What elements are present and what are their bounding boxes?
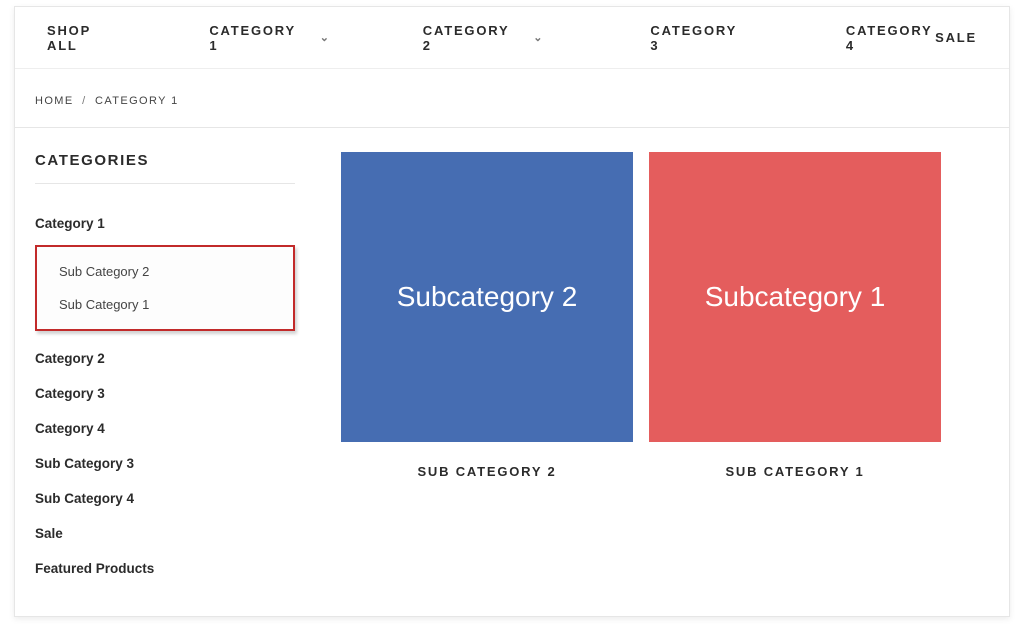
sidebar-item-category-1[interactable]: Category 1 [35,206,295,241]
chevron-down-icon: ⌄ [320,31,331,44]
nav-category-2-label: CATEGORY 2 [423,23,509,53]
sidebar-item-featured-products[interactable]: Featured Products [35,551,295,586]
subcategory-highlight-box: Sub Category 2 Sub Category 1 [35,245,295,331]
category-card-sub-category-1[interactable]: Subcategory 1 SUB CATEGORY 1 [649,152,941,586]
nav-category-2[interactable]: CATEGORY 2 ⌄ [423,23,544,53]
sidebar-subitem-sub-category-1[interactable]: Sub Category 1 [59,288,283,321]
nav-category-4[interactable]: CATEGORY 4 [846,23,935,53]
nav-category-1[interactable]: CATEGORY 1 ⌄ [209,23,330,53]
sidebar-item-sale[interactable]: Sale [35,516,295,551]
category-grid: Subcategory 2 SUB CATEGORY 2 Subcategory… [315,128,1009,616]
sidebar-subitem-sub-category-2[interactable]: Sub Category 2 [59,255,283,288]
sidebar-item-sub-category-3[interactable]: Sub Category 3 [35,446,295,481]
sidebar-item-sub-category-4[interactable]: Sub Category 4 [35,481,295,516]
category-card-sub-category-2[interactable]: Subcategory 2 SUB CATEGORY 2 [341,152,633,586]
category-tile: Subcategory 1 [649,152,941,442]
tile-text: Subcategory 1 [705,281,886,313]
category-caption: SUB CATEGORY 2 [341,464,633,479]
breadcrumb-home[interactable]: HOME [35,95,74,107]
tile-text: Subcategory 2 [397,281,578,313]
sidebar-item-category-2[interactable]: Category 2 [35,341,295,376]
breadcrumb-current: CATEGORY 1 [95,95,179,107]
breadcrumb-sep: / [78,95,90,107]
sidebar-title: CATEGORIES [35,152,295,184]
category-caption: SUB CATEGORY 1 [649,464,941,479]
nav-shop-all[interactable]: SHOP ALL [47,23,117,53]
nav-category-3[interactable]: CATEGORY 3 [650,23,739,53]
category-tile: Subcategory 2 [341,152,633,442]
sidebar-item-category-3[interactable]: Category 3 [35,376,295,411]
chevron-down-icon: ⌄ [533,31,544,44]
nav-category-1-label: CATEGORY 1 [209,23,295,53]
top-nav: SHOP ALL CATEGORY 1 ⌄ CATEGORY 2 ⌄ CATEG… [15,7,1009,69]
breadcrumb: HOME / CATEGORY 1 [15,69,1009,128]
sidebar: CATEGORIES Category 1 Sub Category 2 Sub… [15,128,315,616]
sidebar-item-category-4[interactable]: Category 4 [35,411,295,446]
nav-sale[interactable]: SALE [935,30,977,45]
